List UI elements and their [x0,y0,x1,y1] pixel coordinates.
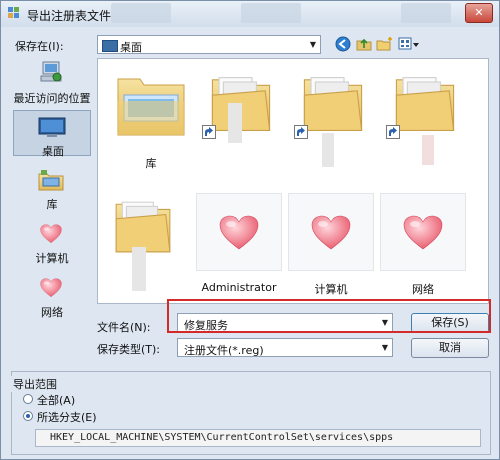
desktop-icon [102,40,118,52]
blurred-area [111,3,171,23]
place-label: 库 [46,198,58,211]
blurred-area [401,3,451,23]
file-item-label: Administrator [201,281,277,294]
folder-shortcut-icon [300,65,366,143]
heart-icon [40,278,62,298]
heart-icon [403,215,443,251]
heart-icon [40,224,62,244]
regedit-icon [8,7,19,18]
blurred-area [132,247,146,291]
cancel-button[interactable]: 取消 [411,338,489,358]
chevron-down-icon: ▼ [309,40,317,49]
libraries-folder-icon [117,78,185,136]
blurred-area [422,135,434,165]
window-title: 导出注册表文件 [27,9,112,23]
heart-icon [311,215,351,251]
title-bar[interactable]: 导出注册表文件 ✕ [1,1,499,27]
heart-icon [219,215,259,251]
blurred-area [228,103,242,143]
file-item-label: 计算机 [314,283,348,296]
file-item-network[interactable]: 网络 [380,193,466,297]
file-item-label: 库 [145,157,157,170]
export-range-title: 导出范围 [11,376,59,392]
file-item-libraries[interactable]: 库 [108,63,194,173]
new-folder-icon[interactable] [376,35,394,53]
place-libraries[interactable]: 库 [13,168,91,211]
shortcut-arrow-icon [202,125,216,139]
place-desktop[interactable]: 桌面 [13,110,91,158]
export-all-radio[interactable] [23,394,33,404]
export-all-label[interactable]: 全部(A) [37,392,75,408]
export-registry-dialog: 导出注册表文件 ✕ 保存在(I): 桌面 ▼ 最近访问的位置 桌面 库 计算机 … [0,0,500,460]
look-in-value: 桌面 [120,41,142,54]
file-item-label: 网络 [412,283,434,296]
recent-places-icon [40,61,62,82]
branch-path-input[interactable]: HKEY_LOCAL_MACHINE\SYSTEM\CurrentControl… [35,429,481,447]
libraries-icon [38,170,64,191]
place-computer[interactable]: 计算机 [13,222,91,265]
shortcut-arrow-icon [294,125,308,139]
view-menu-icon[interactable] [398,35,420,53]
place-network[interactable]: 网络 [13,276,91,319]
filetype-value: 注册文件(*.reg) [184,344,264,357]
blurred-area [322,133,334,167]
annotation-highlight-box [167,299,491,333]
folder-shortcut-icon [392,65,458,143]
filename-label: 文件名(N): [97,321,151,334]
file-item-folder[interactable] [382,63,468,173]
file-item-administrator[interactable]: Administrator [196,193,282,297]
place-label: 最近访问的位置 [13,92,91,105]
places-bar: 最近访问的位置 桌面 库 计算机 网络 [13,58,91,358]
chevron-down-icon: ▼ [381,343,389,352]
shortcut-arrow-icon [386,125,400,139]
place-label: 计算机 [35,252,69,265]
file-item-folder[interactable] [104,177,190,297]
file-list[interactable]: 库 Administrator 计算机 网络 [97,58,489,304]
export-branch-radio[interactable] [23,411,33,421]
close-button[interactable]: ✕ [465,3,493,23]
filetype-dropdown[interactable]: 注册文件(*.reg) ▼ [177,338,393,357]
back-icon[interactable] [335,35,351,53]
blurred-area [241,3,301,23]
up-folder-icon[interactable] [356,35,372,53]
look-in-dropdown[interactable]: 桌面 ▼ [97,35,321,54]
file-item-computer[interactable]: 计算机 [288,193,374,297]
place-label: 桌面 [42,145,64,158]
export-branch-label[interactable]: 所选分支(E) [37,409,97,425]
place-label: 网络 [41,306,63,319]
file-item-folder[interactable] [198,63,284,173]
filetype-label: 保存类型(T): [97,343,161,356]
desktop-icon [38,117,66,137]
file-item-folder[interactable] [290,63,376,173]
place-recent[interactable]: 最近访问的位置 [13,58,91,106]
look-in-label: 保存在(I): [15,40,64,53]
